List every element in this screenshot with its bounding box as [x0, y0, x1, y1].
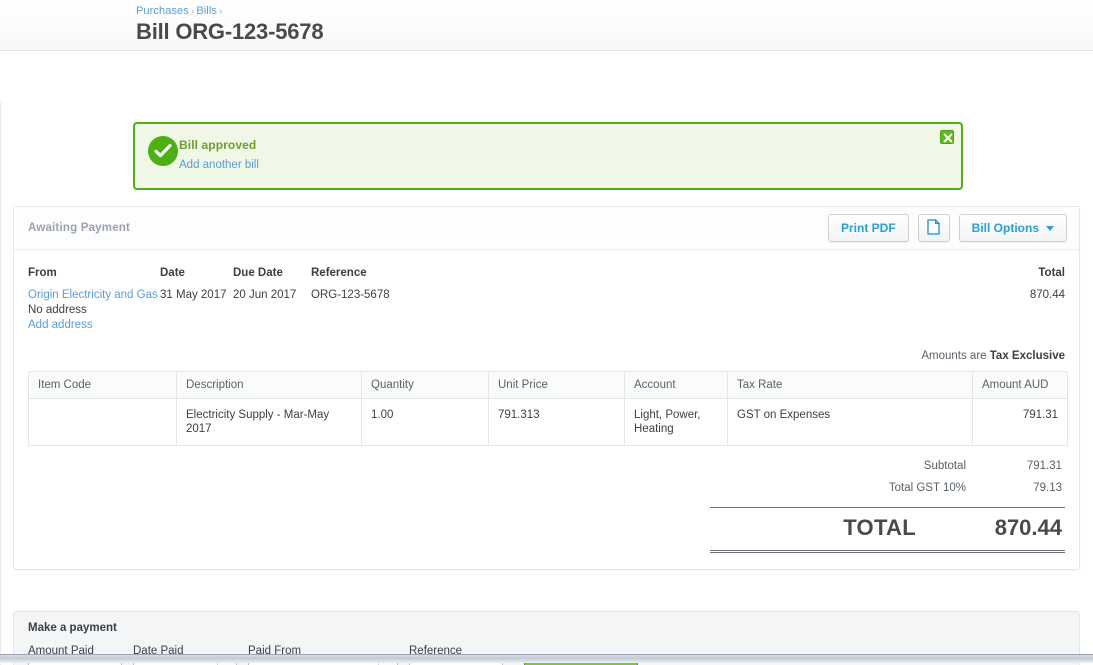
file-page-icon: [927, 219, 940, 238]
print-pdf-button[interactable]: Print PDF: [828, 214, 909, 242]
column-header-description: Description: [177, 372, 362, 399]
card-body: From Origin Electricity and Gas No addre…: [14, 250, 1079, 569]
bill-detail-page: Purchases›Bills› Bill ORG-123-5678 Bill …: [0, 0, 1093, 665]
gst-value: 79.13: [982, 482, 1062, 494]
bill-meta: From Origin Electricity and Gas No addre…: [28, 250, 1065, 333]
add-address-link[interactable]: Add address: [28, 319, 93, 331]
card-toolbar: Awaiting Payment Print PDF Bill Options: [14, 207, 1079, 250]
status-badge: Awaiting Payment: [28, 222, 130, 234]
cell-amount: 791.31: [973, 399, 1068, 446]
subtotal-row: Subtotal 791.31: [710, 455, 1065, 477]
add-another-bill-link[interactable]: Add another bill: [179, 159, 259, 171]
success-banner: Bill approved Add another bill: [133, 122, 963, 190]
breadcrumb-separator-1: ›: [191, 6, 194, 17]
column-header-unit-price: Unit Price: [489, 372, 625, 399]
meta-reference-label: Reference: [311, 267, 511, 279]
meta-reference: Reference ORG-123-5678: [311, 267, 511, 333]
attachment-button[interactable]: [918, 214, 950, 242]
cell-quantity: 1.00: [362, 399, 489, 446]
tax-note-value: Tax Exclusive: [990, 350, 1065, 362]
meta-total-label: Total: [945, 267, 1065, 279]
column-header-tax-rate: Tax Rate: [728, 372, 973, 399]
column-header-quantity: Quantity: [362, 372, 489, 399]
cell-description: Electricity Supply - Mar-May 2017: [177, 399, 362, 446]
meta-date: Date 31 May 2017: [160, 267, 233, 333]
tax-note-prefix: Amounts are: [921, 350, 986, 362]
table-row: Electricity Supply - Mar-May 2017 1.00 7…: [29, 399, 1068, 446]
cell-account: Light, Power, Heating: [625, 399, 728, 446]
cell-tax-rate: GST on Expenses: [728, 399, 973, 446]
bill-options-button[interactable]: Bill Options: [959, 214, 1067, 242]
cell-unit-price: 791.313: [489, 399, 625, 446]
grand-total-label: TOTAL: [710, 515, 932, 541]
meta-due-date-label: Due Date: [233, 267, 311, 279]
supplier-address: No address: [28, 304, 87, 316]
column-header-item-code: Item Code: [29, 372, 177, 399]
breadcrumb-separator-2: ›: [219, 6, 222, 17]
tax-note: Amounts are Tax Exclusive: [28, 333, 1065, 371]
left-gutter-divider: [0, 102, 1, 665]
meta-total: Total 870.44: [945, 267, 1065, 303]
column-header-amount: Amount AUD: [973, 372, 1068, 399]
gst-row: Total GST 10% 79.13: [710, 477, 1065, 499]
close-icon[interactable]: [940, 130, 954, 144]
meta-from-value: Origin Electricity and Gas No address Ad…: [28, 288, 160, 333]
toolbar-actions: Print PDF Bill Options: [828, 214, 1067, 242]
meta-reference-value: ORG-123-5678: [311, 288, 511, 303]
grand-total-row: TOTAL 870.44: [710, 507, 1065, 553]
meta-due-date-value: 20 Jun 2017: [233, 288, 311, 303]
breadcrumb-link-purchases[interactable]: Purchases: [136, 5, 189, 17]
supplier-link[interactable]: Origin Electricity and Gas: [28, 289, 158, 301]
meta-date-value: 31 May 2017: [160, 288, 233, 303]
gst-label: Total GST 10%: [710, 482, 982, 494]
meta-total-value: 870.44: [945, 288, 1065, 303]
subtotal-value: 791.31: [982, 460, 1062, 472]
bottom-taskbar-strip: [0, 654, 1093, 663]
table-header-row: Item Code Description Quantity Unit Pric…: [29, 372, 1068, 399]
meta-date-label: Date: [160, 267, 233, 279]
cell-item-code: [29, 399, 177, 446]
make-payment-title: Make a payment: [28, 622, 1065, 634]
breadcrumb: Purchases›Bills›: [136, 0, 1093, 18]
line-items-table: Item Code Description Quantity Unit Pric…: [28, 371, 1068, 446]
banner-title: Bill approved: [179, 138, 256, 152]
column-header-account: Account: [625, 372, 728, 399]
breadcrumb-link-bills[interactable]: Bills: [196, 5, 217, 17]
subtotal-label: Subtotal: [710, 460, 982, 472]
meta-from: From Origin Electricity and Gas No addre…: [28, 267, 160, 333]
bill-options-label: Bill Options: [972, 221, 1039, 235]
check-circle-icon: [148, 136, 178, 166]
totals-block: Subtotal 791.31 Total GST 10% 79.13 TOTA…: [710, 455, 1065, 553]
page-body: Bill approved Add another bill Awaiting …: [0, 51, 1093, 663]
page-header: Purchases›Bills› Bill ORG-123-5678: [0, 0, 1093, 51]
chevron-down-icon: [1046, 226, 1054, 231]
meta-due-date: Due Date 20 Jun 2017: [233, 267, 311, 333]
meta-from-label: From: [28, 267, 160, 279]
grand-total-value: 870.44: [932, 515, 1062, 541]
bill-card: Awaiting Payment Print PDF Bill Options: [13, 206, 1080, 570]
page-title: Bill ORG-123-5678: [136, 19, 1093, 45]
